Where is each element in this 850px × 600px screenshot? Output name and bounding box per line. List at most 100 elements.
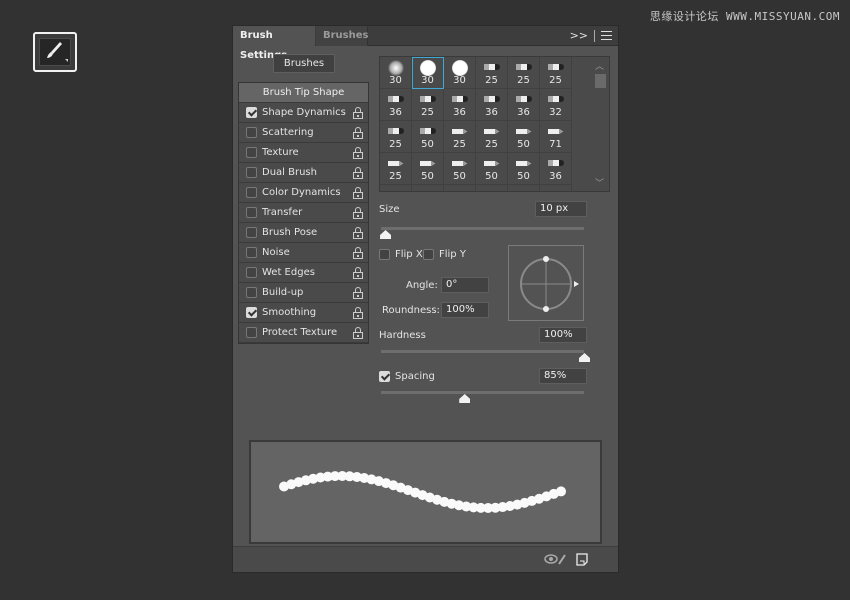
panel-menu-icon[interactable] — [601, 31, 612, 40]
option-checkbox[interactable] — [246, 207, 257, 218]
option-checkbox[interactable] — [246, 227, 257, 238]
brush-preset[interactable]: 50 — [508, 153, 540, 185]
brush-preset[interactable]: 71 — [540, 121, 572, 153]
brush-preset[interactable]: 25 — [476, 57, 508, 89]
unlock-icon[interactable] — [353, 267, 363, 279]
scroll-thumb[interactable] — [595, 74, 606, 88]
option-noise[interactable]: Noise — [239, 243, 368, 263]
option-label: Scattering — [262, 127, 314, 138]
preset-scrollbar[interactable]: ︿ ﹀ — [591, 57, 609, 191]
scroll-up-icon[interactable]: ︿ — [595, 59, 604, 72]
option-checkbox[interactable] — [246, 267, 257, 278]
option-build-up[interactable]: Build-up — [239, 283, 368, 303]
option-texture[interactable]: Texture — [239, 143, 368, 163]
brush-tool-button[interactable] — [33, 32, 77, 72]
flip-y-checkbox[interactable] — [423, 249, 434, 260]
unlock-icon[interactable] — [353, 147, 363, 159]
flip-x-checkbox[interactable] — [379, 249, 390, 260]
size-slider-track[interactable] — [381, 227, 584, 230]
option-checkbox[interactable] — [246, 187, 257, 198]
option-dual-brush[interactable]: Dual Brush — [239, 163, 368, 183]
scroll-down-icon[interactable]: ﹀ — [595, 176, 604, 189]
option-protect-texture[interactable]: Protect Texture — [239, 323, 368, 343]
brush-preset[interactable]: 30 — [444, 57, 476, 89]
option-smoothing[interactable]: Smoothing — [239, 303, 368, 323]
unlock-icon[interactable] — [353, 207, 363, 219]
brush-preset[interactable]: 25 — [508, 57, 540, 89]
hardness-slider-handle[interactable] — [579, 353, 590, 362]
brush-preset[interactable]: 36 — [380, 89, 412, 121]
brush-preset[interactable]: 50 — [412, 153, 444, 185]
unlock-icon[interactable] — [353, 287, 363, 299]
option-checkbox[interactable] — [246, 107, 257, 118]
brush-preset[interactable] — [540, 185, 572, 191]
brush-preset[interactable] — [476, 185, 508, 191]
option-transfer[interactable]: Transfer — [239, 203, 368, 223]
brush-preset[interactable]: 50 — [476, 153, 508, 185]
eye-brush-icon[interactable] — [544, 553, 566, 565]
option-color-dynamics[interactable]: Color Dynamics — [239, 183, 368, 203]
tab-brush-settings[interactable]: Brush Settings — [233, 26, 315, 61]
spacing-slider-track[interactable] — [381, 391, 584, 394]
hardness-input[interactable]: 100% — [539, 327, 587, 343]
brush-preset[interactable]: 25 — [540, 57, 572, 89]
new-preset-icon[interactable] — [576, 553, 588, 566]
option-brush-pose[interactable]: Brush Pose — [239, 223, 368, 243]
brush-preset[interactable]: 36 — [540, 153, 572, 185]
brush-preset[interactable]: 30 — [412, 57, 444, 89]
brush-preset[interactable] — [444, 185, 476, 191]
roundness-input[interactable]: 100% — [441, 302, 489, 318]
unlock-icon[interactable] — [353, 187, 363, 199]
brush-preset[interactable]: 36 — [508, 89, 540, 121]
unlock-icon[interactable] — [353, 247, 363, 259]
flip-x-toggle[interactable]: Flip X — [379, 249, 423, 260]
collapse-panel-button[interactable]: >> — [570, 29, 588, 42]
spacing-toggle[interactable]: Spacing — [379, 371, 435, 382]
brush-preset[interactable]: 25 — [380, 153, 412, 185]
brush-preset[interactable]: 36 — [476, 89, 508, 121]
option-wet-edges[interactable]: Wet Edges — [239, 263, 368, 283]
angle-roundness-widget[interactable] — [508, 245, 584, 321]
brush-preset[interactable]: 50 — [444, 153, 476, 185]
brush-preset[interactable]: 32 — [540, 89, 572, 121]
brush-preset[interactable] — [380, 185, 412, 191]
option-checkbox[interactable] — [246, 167, 257, 178]
brush-preset[interactable]: 25 — [444, 121, 476, 153]
unlock-icon[interactable] — [353, 107, 363, 119]
flip-y-toggle[interactable]: Flip Y — [423, 249, 466, 260]
brush-preset[interactable]: 30 — [380, 57, 412, 89]
brush-preset[interactable]: 25 — [476, 121, 508, 153]
option-scattering[interactable]: Scattering — [239, 123, 368, 143]
brush-preset[interactable]: 36 — [444, 89, 476, 121]
option-checkbox[interactable] — [246, 327, 257, 338]
unlock-icon[interactable] — [353, 327, 363, 339]
option-checkbox[interactable] — [246, 307, 257, 318]
brush-preset[interactable] — [508, 185, 540, 191]
brushes-button[interactable]: Brushes — [273, 54, 335, 73]
option-checkbox[interactable] — [246, 147, 257, 158]
brush-preset[interactable] — [412, 185, 444, 191]
spacing-slider-handle[interactable] — [459, 394, 471, 403]
tab-brushes[interactable]: Brushes — [316, 26, 368, 46]
brush-preset[interactable]: 25 — [380, 121, 412, 153]
unlock-icon[interactable] — [353, 127, 363, 139]
option-checkbox[interactable] — [246, 287, 257, 298]
option-label: Brush Pose — [262, 227, 318, 238]
size-slider-handle[interactable] — [380, 230, 392, 239]
brush-preset[interactable]: 25 — [412, 89, 444, 121]
unlock-icon[interactable] — [353, 227, 363, 239]
option-checkbox[interactable] — [246, 247, 257, 258]
unlock-icon[interactable] — [353, 307, 363, 319]
brush-preset[interactable]: 50 — [412, 121, 444, 153]
size-input[interactable]: 10 px — [535, 201, 587, 217]
spacing-input[interactable]: 85% — [539, 368, 587, 384]
spacing-checkbox[interactable] — [379, 371, 390, 382]
brush-preset[interactable]: 50 — [508, 121, 540, 153]
option-brush-tip-shape[interactable]: Brush Tip Shape — [239, 83, 368, 103]
option-label: Wet Edges — [262, 267, 315, 278]
option-checkbox[interactable] — [246, 127, 257, 138]
unlock-icon[interactable] — [353, 167, 363, 179]
angle-input[interactable]: 0° — [441, 277, 489, 293]
hardness-slider-track[interactable] — [381, 350, 584, 353]
option-shape-dynamics[interactable]: Shape Dynamics — [239, 103, 368, 123]
